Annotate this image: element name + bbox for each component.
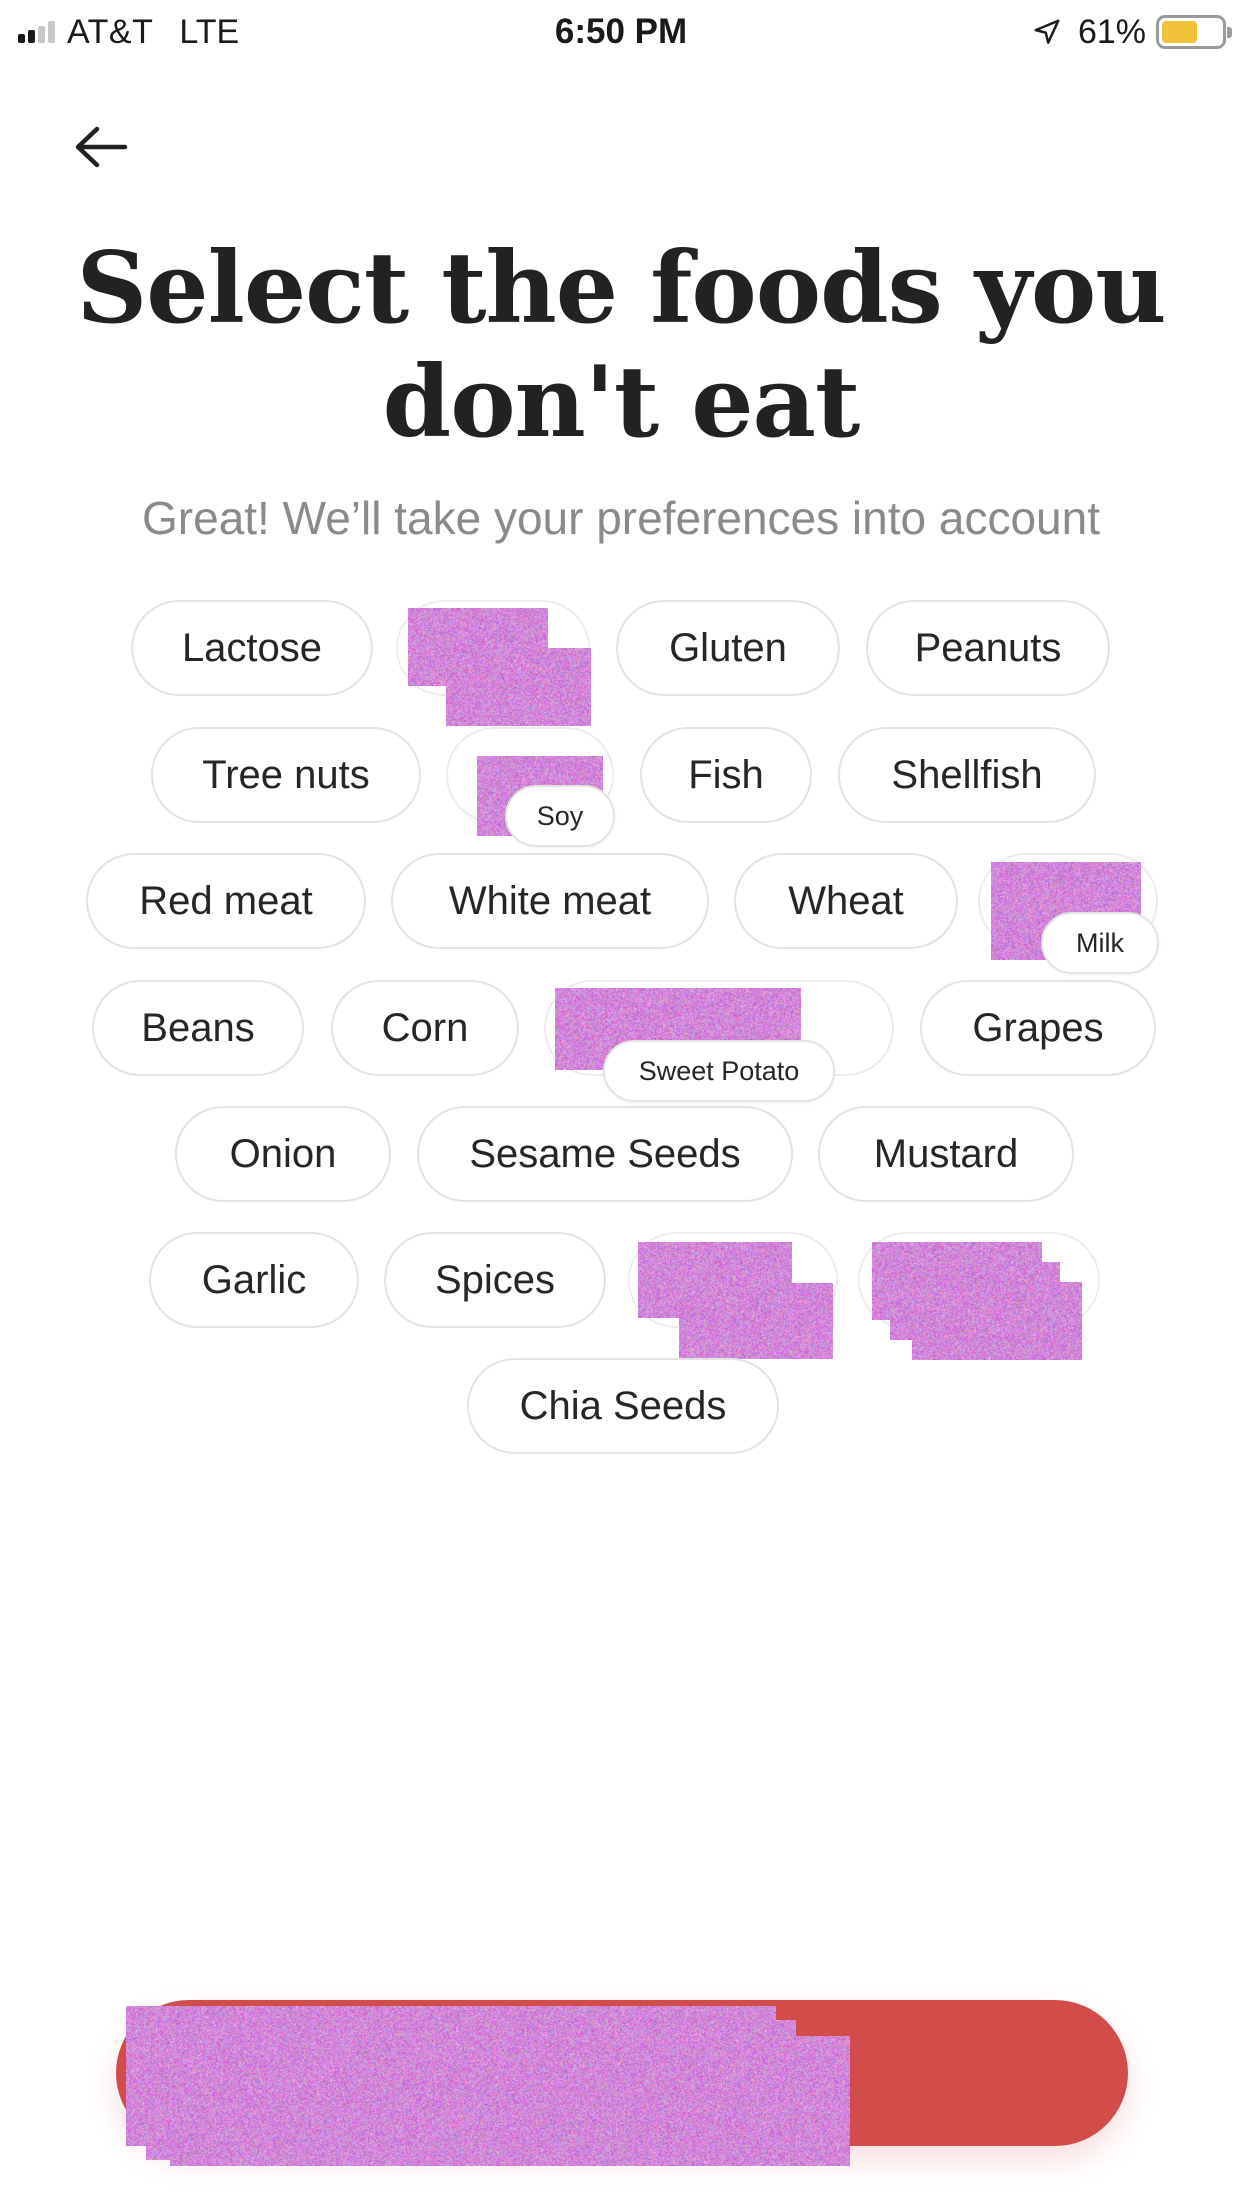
food-chip-corn[interactable]: Corn [331, 980, 519, 1076]
status-bar: AT&T LTE 6:50 PM 61% [0, 0, 1242, 64]
food-chip-shellfish[interactable]: Shellfish [838, 727, 1096, 823]
food-chip-onion[interactable]: Onion [175, 1106, 391, 1202]
page-subtitle: Great! We’ll take your preferences into … [40, 488, 1202, 548]
arrow-left-icon [73, 125, 129, 169]
food-chip-garlic[interactable]: Garlic [149, 1232, 359, 1328]
food-chip-beans[interactable]: Beans [92, 980, 304, 1076]
redacted-overlay [912, 1282, 1082, 1360]
food-chip-gluten[interactable]: Gluten [616, 600, 840, 696]
back-button[interactable] [66, 112, 136, 182]
battery-icon [1156, 15, 1226, 49]
location-arrow-icon [1032, 17, 1062, 47]
food-chip-milk[interactable]: Milk [1041, 912, 1159, 974]
food-chip-mustard[interactable]: Mustard [818, 1106, 1074, 1202]
food-chip-wheat[interactable]: Wheat [734, 853, 958, 949]
redacted-overlay [170, 2036, 850, 2166]
food-chip-peanuts[interactable]: Peanuts [866, 600, 1110, 696]
redacted-overlay [679, 1283, 833, 1359]
food-chip-grapes[interactable]: Grapes [920, 980, 1156, 1076]
page-title: Select the foods you don't eat [60, 232, 1182, 460]
food-chip-sweet-potato[interactable]: Sweet Potato [603, 1040, 835, 1102]
battery-percentage: 61% [1078, 13, 1146, 52]
status-right: 61% [1032, 10, 1226, 54]
redacted-overlay [446, 648, 591, 726]
food-chip-sesame-seeds[interactable]: Sesame Seeds [417, 1106, 793, 1202]
food-chip-spices[interactable]: Spices [384, 1232, 606, 1328]
food-chip-fish[interactable]: Fish [640, 727, 812, 823]
food-chip-white-meat[interactable]: White meat [391, 853, 709, 949]
food-chip-lactose[interactable]: Lactose [131, 600, 373, 696]
food-chip-soy[interactable]: Soy [505, 785, 615, 847]
food-chip-tree-nuts[interactable]: Tree nuts [151, 727, 421, 823]
food-chip-chia-seeds[interactable]: Chia Seeds [467, 1358, 779, 1454]
food-chip-red-meat[interactable]: Red meat [86, 853, 366, 949]
